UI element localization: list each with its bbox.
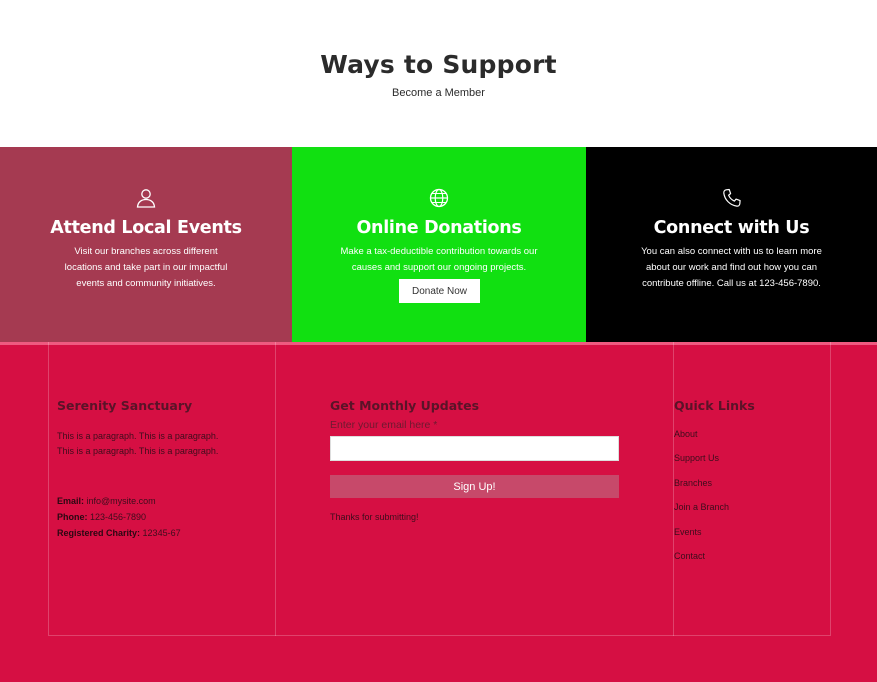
org-email-line: Email: info@mysite.com [57, 494, 156, 509]
attend-events-panel: Attend Local Events Visit our branches a… [0, 147, 292, 342]
quick-links-list: About Support Us Branches Join a Branch … [674, 427, 729, 573]
newsletter-email-input[interactable] [330, 436, 619, 461]
email-link[interactable]: info@mysite.com [87, 496, 156, 506]
charity-label: Registered Charity: [57, 528, 141, 538]
page-subtitle: Become a Member [392, 87, 485, 99]
attend-events-title: Attend Local Events [50, 218, 242, 238]
sign-up-button[interactable]: Sign Up! [330, 475, 619, 498]
hero-section: Ways to Support Become a Member [0, 0, 877, 147]
org-paragraph: This is a paragraph. This is a paragraph… [57, 431, 219, 456]
attend-events-text: Visit our branches across different loca… [64, 246, 228, 289]
org-charity-line: Registered Charity: 12345-67 [57, 526, 181, 541]
submit-confirmation: Thanks for submitting! [330, 512, 419, 522]
globe-icon [429, 188, 449, 208]
org-phone-line: Phone: 123-456-7890 [57, 510, 146, 525]
online-donations-title: Online Donations [356, 218, 522, 238]
newsletter-title: Get Monthly Updates [330, 398, 480, 413]
phone-icon [722, 188, 741, 207]
org-name: Serenity Sanctuary [57, 398, 193, 413]
quick-link-contact[interactable]: Contact [674, 549, 729, 573]
connect-title: Connect with Us [653, 218, 810, 238]
email-field-label: Enter your email here * [330, 419, 438, 431]
quick-link-about[interactable]: About [674, 427, 729, 451]
online-donations-panel: Online Donations Make a tax-deductible c… [292, 147, 586, 342]
online-donations-text: Make a tax-deductible contribution towar… [340, 246, 538, 273]
person-icon [136, 189, 156, 208]
quick-links-title: Quick Links [674, 398, 755, 413]
quick-link-join-branch[interactable]: Join a Branch [674, 500, 729, 524]
quick-link-support-us[interactable]: Support Us [674, 451, 729, 475]
phone-value: 123-456-7890 [90, 512, 147, 522]
email-label: Email: [57, 496, 85, 506]
quick-link-branches[interactable]: Branches [674, 476, 729, 500]
donate-now-button[interactable]: Donate Now [399, 279, 480, 303]
connect-text: You can also connect with us to learn mo… [641, 246, 822, 289]
phone-label: Phone: [57, 512, 88, 522]
footer-column-divider [275, 342, 276, 636]
connect-panel: Connect with Us You can also connect wit… [586, 147, 877, 342]
quick-link-events[interactable]: Events [674, 525, 729, 549]
charity-value: 12345-67 [142, 528, 181, 538]
page-title: Ways to Support [320, 50, 557, 79]
